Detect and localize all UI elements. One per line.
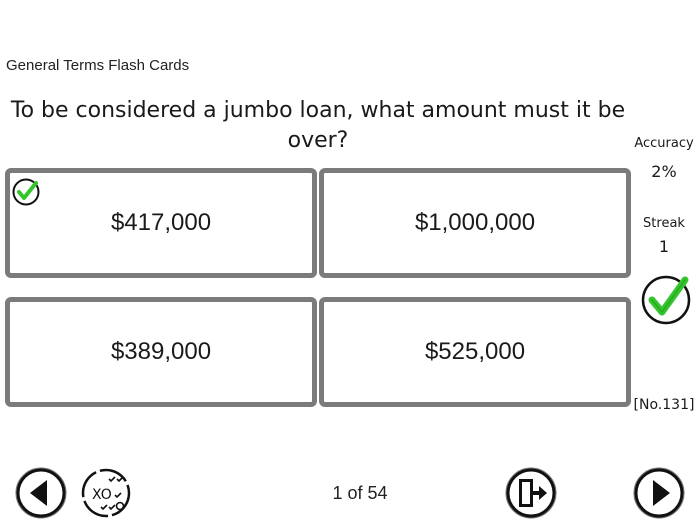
exit-door-icon <box>505 467 557 519</box>
question-text: To be considered a jumbo loan, what amou… <box>10 98 626 153</box>
arrow-right-icon <box>633 467 685 519</box>
answer-label: $417,000 <box>110 209 212 236</box>
accuracy-value: 2% <box>651 162 677 181</box>
tic-tac-toe-icon: XO <box>81 468 131 518</box>
exit-button[interactable] <box>504 466 558 520</box>
streak-label: Streak <box>643 216 685 231</box>
previous-card-button[interactable] <box>14 466 68 520</box>
svg-text:XO: XO <box>92 487 112 503</box>
answer-card-3[interactable]: $389,000 <box>5 297 317 407</box>
next-card-button[interactable] <box>632 466 686 520</box>
card-number: [No.131] <box>633 397 695 413</box>
page-indicator: 1 of 54 <box>332 483 388 503</box>
deck-title: General Terms Flash Cards <box>6 57 190 74</box>
answer-label: $389,000 <box>110 338 212 365</box>
answer-label: $525,000 <box>424 338 526 365</box>
streak-value: 1 <box>658 237 670 256</box>
arrow-left-icon <box>15 467 67 519</box>
check-icon <box>12 178 40 206</box>
answer-label: $1,000,000 <box>414 209 536 236</box>
green-check-icon <box>641 275 691 325</box>
game-mode-button[interactable]: XO <box>79 466 133 520</box>
answer-card-4[interactable]: $525,000 <box>319 297 631 407</box>
answer-card-1[interactable]: $417,000 <box>5 168 317 278</box>
accuracy-label: Accuracy <box>634 136 694 151</box>
answer-card-2[interactable]: $1,000,000 <box>319 168 631 278</box>
